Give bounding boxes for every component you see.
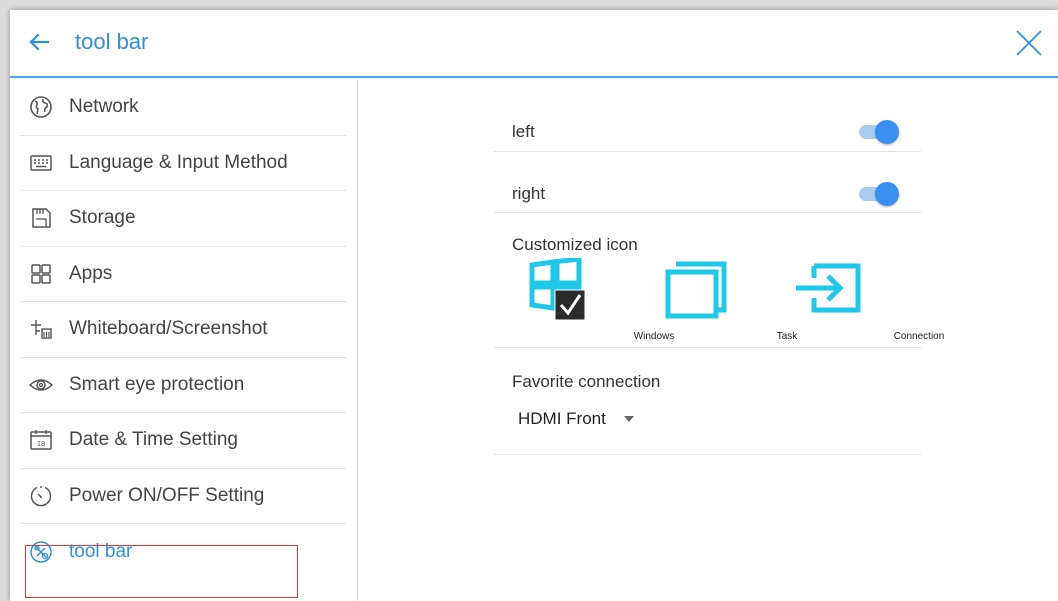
- left-toggle-row: left: [494, 80, 921, 152]
- sidebar-item-whiteboard[interactable]: Whiteboard/Screenshot: [20, 302, 346, 358]
- customized-icon-row: Customized icon Windows Task Connection: [494, 213, 944, 348]
- whiteboard-icon: [28, 316, 54, 342]
- globe-icon: [28, 94, 54, 120]
- sidebar-item-label: Network: [69, 96, 139, 118]
- close-icon[interactable]: [1014, 28, 1044, 58]
- back-arrow-icon[interactable]: [28, 31, 50, 53]
- sidebar-item-power-schedule[interactable]: Power ON/OFF Setting: [20, 469, 346, 524]
- sidebar-item-label: Language & Input Method: [69, 151, 288, 173]
- connection-icon-option[interactable]: Connection: [784, 258, 944, 348]
- left-label: left: [512, 122, 535, 141]
- sidebar-item-label: Power ON/OFF Setting: [69, 484, 265, 506]
- sidebar-item-label: Whiteboard/Screenshot: [69, 318, 268, 340]
- customized-icon-label: Customized icon: [512, 235, 638, 254]
- left-toggle-switch[interactable]: [859, 120, 899, 144]
- sidebar-item-tool-bar[interactable]: tool bar: [20, 524, 346, 580]
- favorite-connection-dropdown[interactable]: HDMI Front: [518, 409, 634, 429]
- sidebar-item-storage[interactable]: Storage: [20, 191, 346, 247]
- task-icon-option[interactable]: Task: [652, 258, 797, 348]
- sidebar-item-language[interactable]: Language & Input Method: [20, 136, 346, 191]
- sidebar-item-label: Storage: [69, 207, 136, 229]
- sidebar-item-label: Apps: [69, 262, 113, 284]
- sidebar-item-date-time[interactable]: 18 Date & Time Setting: [20, 413, 346, 469]
- calendar-icon: 18: [28, 427, 54, 453]
- sidebar-item-label: tool bar: [69, 540, 133, 562]
- windows-icon-option[interactable]: Windows: [519, 256, 674, 348]
- connection-caption: Connection: [893, 331, 945, 342]
- tool-bar-icon: [28, 539, 54, 565]
- favorite-connection-row: Favorite connection HDMI Front: [494, 348, 921, 455]
- keyboard-icon: [28, 150, 54, 176]
- power-timer-icon: [28, 483, 54, 509]
- sidebar-item-network[interactable]: Network: [20, 80, 346, 136]
- calendar-day-number: 18: [37, 439, 45, 448]
- page-title: tool bar: [75, 29, 149, 54]
- tool-bar-settings-panel: left right Customized icon Windows Task …: [358, 80, 1058, 601]
- header-bar: tool bar: [10, 10, 1058, 78]
- sidebar-item-eye-protection[interactable]: Smart eye protection: [20, 358, 346, 413]
- eye-icon: [28, 372, 54, 398]
- chevron-down-icon: [623, 416, 634, 422]
- favorite-connection-value: HDMI Front: [518, 409, 606, 428]
- sidebar-item-label: Date & Time Setting: [69, 429, 238, 451]
- settings-sidebar: Network Language & Input Method Storage: [10, 80, 358, 601]
- sd-card-icon: [28, 205, 54, 231]
- right-toggle-row: right: [494, 152, 921, 213]
- settings-window: tool bar Network Language & Input Method…: [10, 10, 1058, 601]
- right-label: right: [512, 184, 546, 203]
- sidebar-item-apps[interactable]: Apps: [20, 247, 346, 302]
- right-toggle-switch[interactable]: [859, 182, 899, 206]
- sidebar-item-label: Smart eye protection: [69, 373, 245, 395]
- apps-grid-icon: [28, 261, 54, 287]
- favorite-connection-label: Favorite connection: [512, 372, 661, 391]
